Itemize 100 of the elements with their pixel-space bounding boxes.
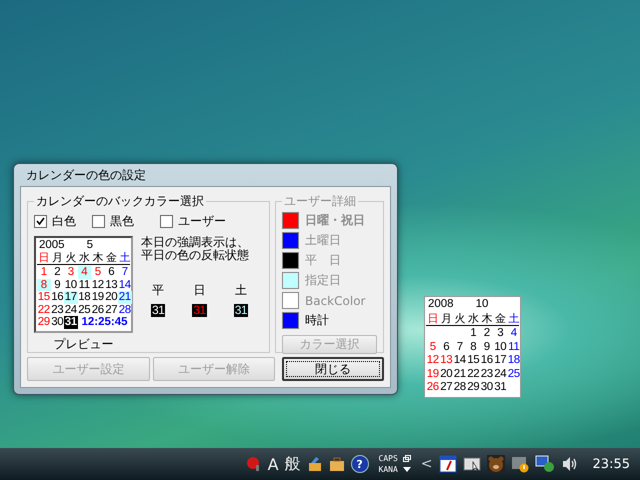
color-label: 土曜日	[305, 232, 341, 249]
month-label: 10	[476, 298, 488, 312]
day-cell: 13	[440, 354, 453, 368]
taskbar-clock[interactable]: 23:55	[592, 456, 630, 472]
ime-mode-indicator[interactable]: A	[268, 454, 279, 474]
day-cell: 31	[494, 381, 507, 394]
day-cell: 14	[453, 354, 466, 368]
day-cell-text: 7	[456, 340, 464, 354]
day-cell: 17	[64, 291, 78, 304]
year-label: 2008	[428, 298, 454, 312]
kana-indicator: KANA	[378, 465, 398, 474]
color-option-checkbox[interactable]: ユーザー	[160, 213, 226, 230]
dialog-button[interactable]: 閉じる	[282, 357, 384, 381]
inverted-day-sample: 31	[192, 304, 207, 317]
day-cell: 4	[78, 266, 91, 278]
day-cell-text: 4	[510, 327, 518, 340]
day-cell: 15	[466, 354, 480, 368]
day-cell: 20	[104, 291, 118, 304]
day-cell: 27	[440, 381, 453, 394]
day-cell: 25	[507, 368, 520, 381]
group-title: カレンダーのバックカラー選択	[35, 193, 205, 210]
checkbox[interactable]	[92, 215, 105, 228]
year-label: 2005	[39, 239, 65, 252]
briefcase-icon[interactable]	[328, 456, 345, 472]
weekday-label: 水	[78, 252, 91, 264]
day-cell: 18	[78, 291, 91, 304]
weekday-label: 土	[118, 252, 132, 264]
day-cell: 24	[64, 304, 78, 316]
help-button[interactable]: ?	[350, 455, 369, 473]
weekday-label: 日	[426, 312, 440, 325]
color-option-checkbox[interactable]: 黒色	[92, 213, 134, 230]
group-title: ユーザー詳細	[283, 193, 357, 210]
day-cell: 28	[118, 304, 132, 316]
weekday-label: 木	[480, 312, 494, 325]
day-cell-text: 8	[469, 340, 478, 354]
day-cell: 10	[64, 278, 78, 291]
day-cell: 23	[480, 368, 494, 381]
weekday-label: 土	[507, 312, 520, 325]
day-cell-text: 6	[442, 340, 450, 354]
day-cell: 25	[78, 304, 91, 316]
speaker-icon[interactable]	[560, 455, 579, 473]
weekday-label: 木	[91, 252, 104, 264]
day-cell: 11	[78, 278, 91, 291]
show-hidden-icons-button[interactable]: <	[420, 456, 433, 472]
day-cell: 29	[466, 381, 480, 394]
checkbox-label: ユーザー	[178, 213, 226, 230]
day-cell: 12	[91, 278, 104, 291]
day-cell: 19	[426, 368, 440, 381]
day-cell-text: 2	[53, 266, 62, 278]
day-cell: 16	[480, 354, 494, 368]
day-cell-text: 2	[482, 327, 491, 340]
checkbox[interactable]	[160, 215, 173, 228]
day-cell: 31	[64, 316, 78, 328]
color-label: 日曜・祝日	[305, 212, 365, 229]
calendar-icon[interactable]	[438, 455, 457, 473]
window-cursor-icon[interactable]	[462, 456, 481, 472]
day-cell-text: 3	[66, 266, 75, 278]
day-cell-text: 9	[482, 340, 491, 354]
checkbox[interactable]	[34, 215, 47, 228]
day-cell: 22	[466, 368, 480, 381]
clock-text: 12:25:45	[80, 316, 129, 328]
day-cell: 13	[104, 278, 118, 291]
day-cell: 27	[104, 304, 118, 316]
day-cell: 22	[37, 304, 50, 316]
day-cell: 11	[507, 340, 520, 354]
bear-icon[interactable]	[486, 455, 505, 473]
day-cell-text: 3	[496, 327, 504, 340]
windows-icon[interactable]	[402, 455, 411, 462]
color-option-checkbox[interactable]: 白色	[34, 213, 76, 230]
day-cell-text: 9	[53, 278, 62, 291]
checkbox-label: 黒色	[110, 213, 134, 230]
note-text: 本日の強調表示は、	[141, 236, 249, 249]
sample-label: 日	[194, 282, 206, 299]
color-label: 時計	[305, 312, 329, 329]
window-title: カレンダーの色の設定	[26, 166, 146, 184]
day-cell: 15	[37, 291, 50, 304]
day-cell: 26	[91, 304, 104, 316]
day-cell: 24	[494, 368, 507, 381]
weekday-label: 火	[453, 312, 466, 325]
day-cell-text: 1	[40, 266, 48, 278]
weekday-label: 月	[50, 252, 64, 264]
day-cell: 28	[453, 381, 466, 394]
preview-caption: プレビュー	[54, 336, 114, 352]
day-cell: 20	[440, 368, 453, 381]
day-cell: 30	[480, 381, 494, 394]
weekday-label: 水	[466, 312, 480, 325]
ime-kanji-indicator[interactable]: 般	[284, 454, 301, 474]
month-label: 5	[86, 239, 93, 252]
checkbox-label: 白色	[52, 213, 76, 230]
day-cell-text: 5	[94, 266, 102, 278]
caps-indicator: CAPS	[378, 454, 398, 463]
inverted-day-sample: 31	[234, 304, 248, 317]
day-cell: 12	[426, 354, 440, 368]
dropdown-icon[interactable]	[402, 467, 411, 472]
pin-icon[interactable]	[246, 456, 262, 472]
day-cell: 16	[50, 291, 64, 304]
network-icon[interactable]	[534, 455, 555, 473]
weekday-label: 金	[494, 312, 507, 325]
day-cell-text: 7	[120, 266, 129, 278]
day-cell: 29	[37, 316, 50, 328]
